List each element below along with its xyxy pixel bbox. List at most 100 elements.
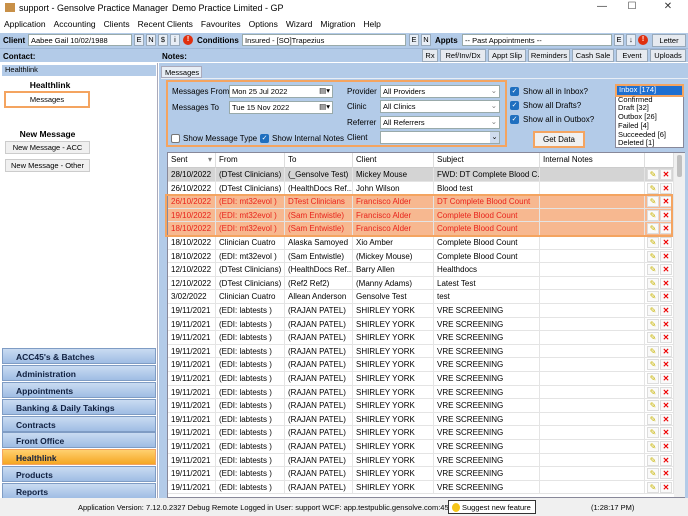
delete-x-icon[interactable]: ✕ xyxy=(660,454,672,466)
table-row[interactable]: 3/02/2022 Clinician Cuatro Allean Anderson… xyxy=(168,290,674,304)
alert-icon[interactable]: ! xyxy=(183,35,193,45)
new-message-other-button[interactable]: New Message - Other xyxy=(5,159,90,172)
uploads-button[interactable]: Uploads xyxy=(650,49,686,62)
delete-x-icon[interactable]: ✕ xyxy=(660,441,672,452)
edit-pencil-icon[interactable]: ✎ xyxy=(647,277,659,289)
menu-application[interactable]: Application xyxy=(0,16,50,29)
edit-pencil-icon[interactable]: ✎ xyxy=(647,345,659,357)
delete-x-icon[interactable]: ✕ xyxy=(660,182,672,194)
rx-button[interactable]: Rx xyxy=(422,49,438,62)
table-row[interactable]: 19/10/2022 (EDI: mt32evol ) (Sam Entwistle… xyxy=(168,208,674,223)
column-to[interactable]: To xyxy=(285,153,353,168)
client-e-button[interactable]: E xyxy=(134,34,144,46)
nav-acc45-batches[interactable]: ACC45's & Batches xyxy=(2,348,156,364)
table-row[interactable]: 28/10/2022 (DTest Clinicians) (_Gensolve T… xyxy=(168,168,674,182)
edit-pencil-icon[interactable]: ✎ xyxy=(647,332,659,344)
edit-pencil-icon[interactable]: ✎ xyxy=(647,305,659,316)
folder-list[interactable]: Inbox [174] Confirmed Draft [32] Outbox … xyxy=(615,84,684,148)
close-button[interactable]: ✕ xyxy=(658,1,678,12)
delete-x-icon[interactable]: ✕ xyxy=(660,359,672,371)
show-inbox-checkbox[interactable]: ✓ xyxy=(510,87,519,96)
nav-reports[interactable]: Reports xyxy=(2,483,156,499)
referrer-select[interactable]: All Referrers ⌄ xyxy=(380,116,500,129)
delete-x-icon[interactable]: ✕ xyxy=(660,345,672,357)
appts-select[interactable]: -- Past Appointments -- xyxy=(462,34,612,46)
reminders-button[interactable]: Reminders xyxy=(528,49,570,62)
delete-x-icon[interactable]: ✕ xyxy=(660,468,672,480)
conditions-select[interactable]: Insured - [SO]Trapezius xyxy=(242,34,406,46)
maximize-button[interactable]: ☐ xyxy=(622,1,642,12)
edit-pencil-icon[interactable]: ✎ xyxy=(647,209,659,221)
delete-x-icon[interactable]: ✕ xyxy=(660,305,672,316)
column-subject[interactable]: Subject xyxy=(434,153,540,168)
column-sent[interactable]: Sent ▾ xyxy=(168,153,216,168)
table-row[interactable]: 19/11/2021 (EDI: labtests ) (RAJAN PATEL) S… xyxy=(168,399,674,413)
edit-pencil-icon[interactable]: ✎ xyxy=(647,400,659,412)
delete-x-icon[interactable]: ✕ xyxy=(660,277,672,289)
minimize-button[interactable]: — xyxy=(592,1,612,12)
show-message-type-checkbox[interactable] xyxy=(171,134,180,143)
scrollbar-thumb[interactable] xyxy=(677,155,682,177)
delete-x-icon[interactable]: ✕ xyxy=(660,196,672,208)
table-row[interactable]: 19/11/2021 (EDI: labtests ) (RAJAN PATEL) S… xyxy=(168,372,674,386)
edit-pencil-icon[interactable]: ✎ xyxy=(647,250,659,262)
provider-select[interactable]: All Providers ⌄ xyxy=(380,85,500,98)
edit-pencil-icon[interactable]: ✎ xyxy=(647,413,659,425)
download-icon[interactable]: ↓ xyxy=(626,34,636,46)
nav-contracts[interactable]: Contracts xyxy=(2,416,156,432)
menu-clients[interactable]: Clients xyxy=(100,16,134,29)
client-filter-select[interactable]: ⌄ xyxy=(380,131,500,144)
delete-x-icon[interactable]: ✕ xyxy=(660,223,672,235)
menu-favourites[interactable]: Favourites xyxy=(197,16,245,29)
edit-pencil-icon[interactable]: ✎ xyxy=(647,223,659,235)
table-row[interactable]: 12/10/2022 (DTest Clinicians) (HealthDocs … xyxy=(168,263,674,277)
table-row[interactable]: 19/11/2021 (EDI: labtests ) (RAJAN PATEL) S… xyxy=(168,344,674,359)
client-account-button[interactable]: $ xyxy=(158,34,168,46)
delete-x-icon[interactable]: ✕ xyxy=(660,291,672,303)
delete-x-icon[interactable]: ✕ xyxy=(660,209,672,221)
appts-e-button[interactable]: E xyxy=(614,34,624,46)
new-message-acc-button[interactable]: New Message - ACC xyxy=(5,141,90,154)
client-n-button[interactable]: N xyxy=(146,34,156,46)
calendar-icon[interactable]: ▤▾ xyxy=(319,86,330,95)
nav-administration[interactable]: Administration xyxy=(2,365,156,381)
edit-pencil-icon[interactable]: ✎ xyxy=(647,182,659,194)
menu-recent-clients[interactable]: Recent Clients xyxy=(134,16,197,29)
clinic-select[interactable]: All Clinics ⌄ xyxy=(380,100,500,113)
delete-x-icon[interactable]: ✕ xyxy=(660,427,672,439)
menu-accounting[interactable]: Accounting xyxy=(50,16,100,29)
column-from[interactable]: From xyxy=(216,153,285,168)
suggest-feature-button[interactable]: Suggest new feature xyxy=(448,500,536,514)
messages-to-date[interactable]: Tue 15 Nov 2022 ▤▾ xyxy=(229,101,333,114)
delete-x-icon[interactable]: ✕ xyxy=(660,481,672,493)
delete-x-icon[interactable]: ✕ xyxy=(660,332,672,344)
edit-pencil-icon[interactable]: ✎ xyxy=(647,169,659,180)
edit-pencil-icon[interactable]: ✎ xyxy=(647,386,659,398)
folder-deleted[interactable]: Deleted [1] xyxy=(616,139,683,148)
appts-alert-icon[interactable]: ! xyxy=(638,35,648,45)
nav-products[interactable]: Products xyxy=(2,466,156,482)
conditions-e-button[interactable]: E xyxy=(409,34,419,46)
table-row[interactable]: 18/10/2022 (EDI: mt32evol ) (Sam Entwistle… xyxy=(168,222,674,236)
edit-pencil-icon[interactable]: ✎ xyxy=(647,454,659,466)
delete-x-icon[interactable]: ✕ xyxy=(660,237,672,248)
nav-front-office[interactable]: Front Office xyxy=(2,432,156,448)
nav-appointments[interactable]: Appointments xyxy=(2,382,156,398)
column-internal-notes[interactable]: Internal Notes xyxy=(540,153,645,168)
letter-button[interactable]: Letter xyxy=(652,34,686,47)
menu-help[interactable]: Help xyxy=(359,16,384,29)
menu-migration[interactable]: Migration xyxy=(316,16,359,29)
table-row[interactable]: 19/11/2021 (EDI: labtests ) (RAJAN PATEL) S… xyxy=(168,304,674,318)
table-row[interactable]: 19/11/2021 (EDI: labtests ) (RAJAN PATEL) S… xyxy=(168,440,674,454)
table-row[interactable]: 19/11/2021 (EDI: labtests ) (RAJAN PATEL) S… xyxy=(168,467,674,481)
menu-wizard[interactable]: Wizard xyxy=(282,16,316,29)
table-row[interactable]: 19/11/2021 (EDI: labtests ) (RAJAN PATEL) S… xyxy=(168,453,674,468)
edit-pencil-icon[interactable]: ✎ xyxy=(647,237,659,248)
table-row[interactable]: 26/10/2022 (EDI: mt32evol ) DTest Clinicia… xyxy=(168,195,674,209)
table-row[interactable]: 12/10/2022 (DTest Clinicians) (Ref2 Ref2)(… xyxy=(168,276,674,291)
nav-banking[interactable]: Banking & Daily Takings xyxy=(2,399,156,415)
messages-button[interactable]: Messages xyxy=(4,91,90,108)
column-client[interactable]: Client xyxy=(353,153,434,168)
edit-pencil-icon[interactable]: ✎ xyxy=(647,427,659,439)
get-data-button[interactable]: Get Data xyxy=(533,131,585,148)
